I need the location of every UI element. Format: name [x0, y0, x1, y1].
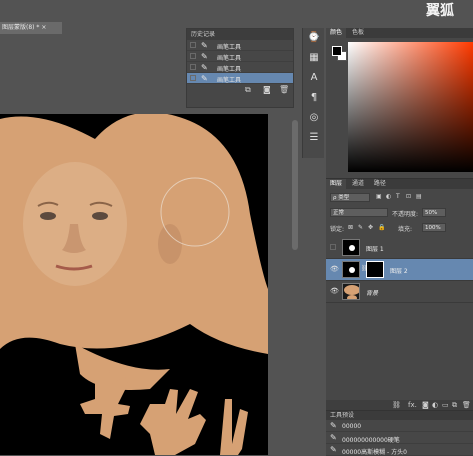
new-document-from-state-icon[interactable]: ⧉ [245, 85, 251, 95]
layer-row[interactable]: 👁 背景 [326, 281, 473, 303]
add-mask-icon[interactable]: ◙ [422, 401, 429, 409]
tool-preset-item[interactable]: ✎ 00000高斯模糊 - 方头0 [326, 444, 473, 456]
eye-icon[interactable]: 👁 [330, 288, 339, 295]
layer-visibility-toggle[interactable] [330, 244, 336, 250]
filter-adjustment-icon[interactable]: ◐ [386, 193, 391, 200]
tool-preset-label: 00000 [342, 423, 362, 430]
layer-filter-dropdown[interactable]: ρ 类型 [330, 193, 370, 202]
lock-label: 锁定: [330, 226, 345, 233]
tab-paths[interactable]: 路径 [370, 179, 390, 189]
document-tab-title: 图层蒙版(8) * [2, 24, 40, 31]
history-snapshot-checkbox[interactable] [190, 75, 196, 81]
tab-channels[interactable]: 通道 [348, 179, 368, 189]
brush-presets-icon[interactable]: ▦ [303, 48, 325, 68]
fill-label: 填充: [398, 226, 413, 233]
history-snapshot-checkbox[interactable] [190, 64, 196, 70]
paragraph-icon[interactable]: ¶ [303, 88, 325, 108]
layer-name[interactable]: 背景 [366, 288, 378, 297]
layers-panel: 图层 通道 路径 ρ 类型 ▣ ◐ T ⊡ ▤ 正常 不透明度: 50% 锁定:… [326, 178, 473, 411]
layer-thumbnail [342, 261, 360, 278]
history-footer: ⧉ ◙ 🗑 [187, 84, 293, 96]
tool-presets-title[interactable]: 工具预设 [326, 411, 473, 420]
tool-preset-label: 000000000000硬笔 [342, 437, 400, 444]
tool-preset-item[interactable]: ✎ 00000 [326, 420, 473, 432]
layer-row[interactable]: 图层 1 [326, 237, 473, 259]
adjustment-layer-icon[interactable]: ◐ [432, 401, 438, 409]
filter-smart-object-icon[interactable]: ▤ [416, 193, 422, 200]
color-panel-tabs: 颜色 色板 [326, 28, 473, 38]
layer-name[interactable]: 图层 2 [390, 266, 408, 275]
history-panel-icon[interactable]: ⌚ [303, 28, 325, 48]
new-layer-icon[interactable]: ⧉ [452, 401, 457, 410]
layer-thumbnail-image [343, 262, 359, 277]
color-picker-field[interactable] [348, 42, 473, 172]
brush-icon: ✎ [330, 433, 337, 442]
brush-icon: ✎ [201, 41, 208, 50]
foreground-color-swatch[interactable] [332, 46, 342, 56]
panel-tool-strip: ⌚ ▦ A ¶ ◎ ☰ [302, 28, 324, 158]
history-panel: 历史记录 ✎ 画笔工具 ✎ 画笔工具 ✎ 画笔工具 ✎ 画笔工具 ⧉ ◙ 🗑 [186, 28, 294, 108]
image-canvas[interactable] [0, 114, 268, 455]
tab-swatches[interactable]: 色板 [348, 28, 368, 38]
filter-type-icon[interactable]: T [396, 193, 400, 200]
fill-input[interactable]: 100% [422, 223, 446, 232]
filter-pixel-icon[interactable]: ▣ [376, 193, 382, 200]
filter-shape-icon[interactable]: ⊡ [406, 193, 411, 200]
history-snapshot-checkbox[interactable] [190, 42, 196, 48]
layer-thumbnail-image [343, 240, 359, 255]
history-item-label: 画笔工具 [217, 44, 242, 51]
history-item-label: 画笔工具 [217, 66, 242, 73]
navigator-icon[interactable]: ◎ [303, 108, 325, 128]
tab-color[interactable]: 颜色 [326, 28, 347, 38]
history-item-selected[interactable]: ✎ 画笔工具 [187, 73, 293, 84]
brush-icon: ✎ [201, 74, 208, 83]
lock-all-icon[interactable]: 🔒 [378, 224, 385, 231]
new-group-icon[interactable]: ▭ [442, 401, 449, 409]
add-layer-style-button[interactable]: fx. [408, 401, 417, 409]
document-tab[interactable]: 图层蒙版(8) * × [0, 22, 62, 34]
document-tab-close-icon[interactable]: × [41, 24, 46, 31]
brush-icon: ✎ [330, 421, 337, 430]
layer-row-selected[interactable]: 👁 ⛓ 图层 2 [326, 259, 473, 281]
history-item[interactable]: ✎ 画笔工具 [187, 51, 293, 62]
tool-presets-panel: 工具预设 ✎ 00000 ✎ 000000000000硬笔 ✎ 00000高斯模… [326, 410, 473, 456]
history-item[interactable]: ✎ 画笔工具 [187, 62, 293, 73]
layer-thumbnail-image [343, 284, 359, 299]
watermark-logo: 翼狐 [426, 3, 454, 19]
trash-icon[interactable]: 🗑 [279, 85, 289, 94]
color-panel: 颜色 色板 [326, 28, 473, 178]
history-item[interactable]: ✎ 画笔工具 [187, 40, 293, 51]
brush-icon: ✎ [201, 52, 208, 61]
opacity-label: 不透明度: [392, 211, 419, 218]
opacity-input[interactable]: 50% [422, 208, 446, 217]
layer-name[interactable]: 图层 1 [366, 244, 384, 253]
tool-preset-item[interactable]: ✎ 000000000000硬笔 [326, 432, 473, 444]
eye-icon[interactable]: 👁 [330, 266, 339, 273]
blend-mode-dropdown[interactable]: 正常 [330, 208, 388, 217]
layers-panel-tabs: 图层 通道 路径 [326, 179, 473, 189]
history-snapshot-checkbox[interactable] [190, 53, 196, 59]
layer-mask-thumbnail[interactable] [366, 261, 384, 278]
history-item-label: 画笔工具 [217, 55, 242, 62]
history-panel-title[interactable]: 历史记录 [187, 29, 293, 40]
lock-position-icon[interactable]: ✥ [368, 224, 373, 231]
link-layers-icon[interactable]: ⛓ [392, 401, 401, 409]
layer-thumbnail [342, 239, 360, 256]
brush-icon: ✎ [201, 63, 208, 72]
character-icon[interactable]: A [303, 68, 325, 88]
canvas-vertical-scrollbar[interactable] [292, 120, 298, 250]
layer-thumbnail [342, 283, 360, 300]
face-texture-image [0, 114, 268, 455]
adjustments-icon[interactable]: ☰ [303, 128, 325, 148]
lock-transparent-icon[interactable]: ⊠ [348, 224, 353, 231]
lock-image-icon[interactable]: ✎ [358, 224, 363, 231]
trash-icon[interactable]: 🗑 [462, 401, 471, 409]
history-item-label: 画笔工具 [217, 77, 242, 84]
brush-icon: ✎ [330, 445, 337, 454]
camera-snapshot-icon[interactable]: ◙ [263, 85, 271, 94]
tab-layers[interactable]: 图层 [326, 179, 347, 189]
